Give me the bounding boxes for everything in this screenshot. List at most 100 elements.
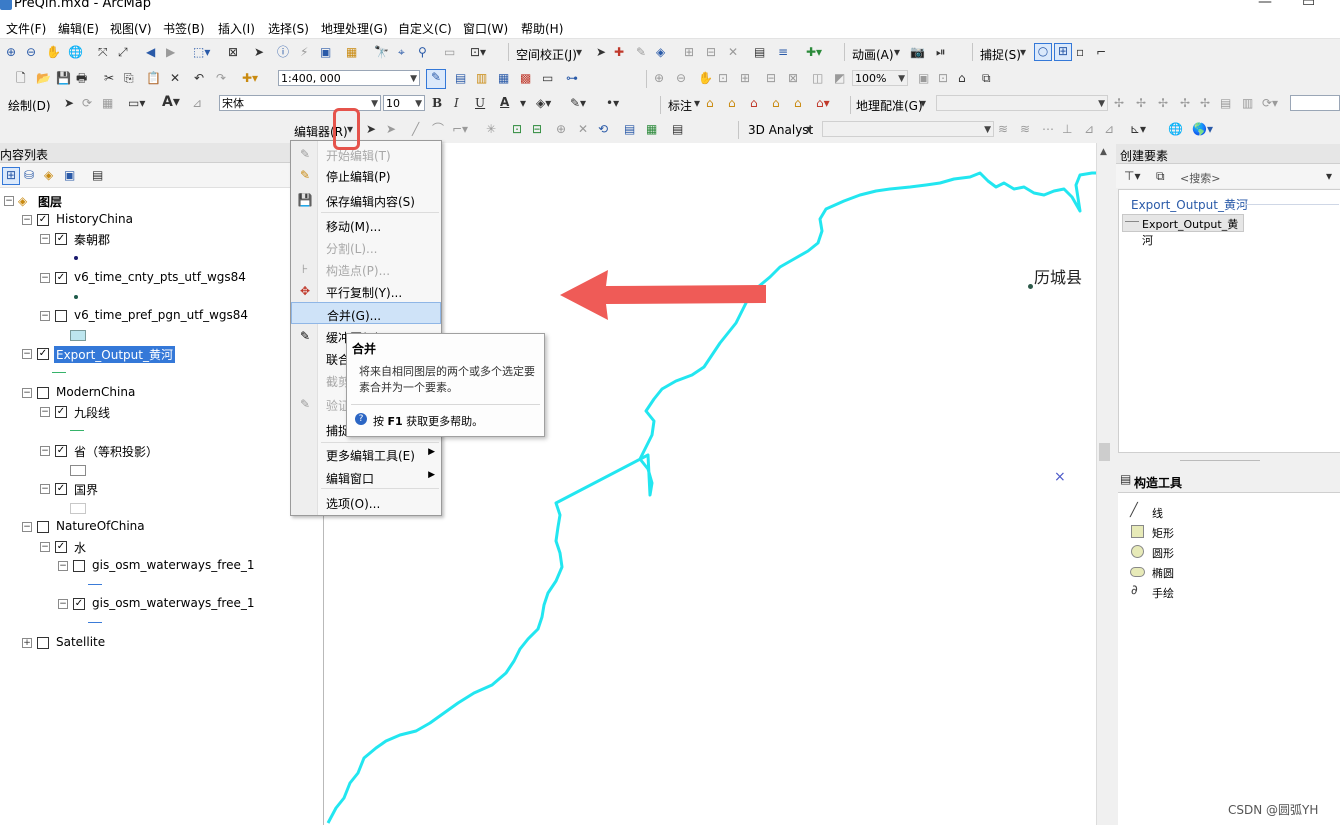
zoom-to-elements-icon[interactable]: ▦: [102, 96, 113, 110]
fill-color-icon[interactable]: ◈▾: [536, 96, 551, 110]
pan-icon[interactable]: ✋: [46, 45, 61, 59]
toc-layer-nine-dash-line[interactable]: − ✓ 九段线: [0, 404, 300, 422]
construct-tool-freehand[interactable]: ∂ 手绘: [1130, 583, 1330, 601]
menu-help[interactable]: 帮助(H): [521, 20, 563, 37]
menu-item-construct-points[interactable]: ⊦ 构造点(P)...: [291, 258, 441, 280]
collapse-icon[interactable]: −: [22, 349, 32, 359]
snapping-menu[interactable]: 捕捉(S): [980, 46, 1021, 63]
capture-view-icon[interactable]: 📷: [910, 45, 925, 59]
time-slider-icon[interactable]: ▭: [444, 45, 455, 59]
focus-data-frame-icon[interactable]: ⊡: [938, 71, 948, 85]
redo-icon[interactable]: ↷: [216, 71, 226, 85]
layer-visibility-checkbox[interactable]: [37, 521, 49, 533]
limited-adjust-icon[interactable]: ✕: [728, 45, 738, 59]
go-to-xy-icon[interactable]: ⌖: [398, 45, 405, 59]
toc-layer-waterways-1[interactable]: − gis_osm_waterways_free_1: [0, 558, 320, 576]
fixed-zoom-in-icon[interactable]: ⤧: [98, 45, 108, 59]
layer-visibility-checkbox[interactable]: ✓: [55, 541, 67, 553]
save-icon[interactable]: 💾: [56, 71, 71, 85]
find-icon[interactable]: 🔭: [374, 45, 389, 59]
full-extent-icon[interactable]: 🌐: [68, 45, 83, 59]
straight-segment-icon[interactable]: ╱: [412, 122, 419, 136]
open-icon[interactable]: 📂: [36, 71, 51, 85]
italic-button[interactable]: I: [454, 96, 459, 110]
menu-item-editing-windows[interactable]: 编辑窗口 ▶: [291, 466, 441, 488]
dropdown-arrow-icon[interactable]: ▾: [1020, 45, 1026, 59]
rectangle-icon[interactable]: ▭▾: [128, 96, 145, 110]
modify-link-icon[interactable]: ✎: [636, 45, 646, 59]
collapse-icon[interactable]: −: [58, 561, 68, 571]
toc-layer-modernchina[interactable]: − ModernChina: [0, 385, 300, 403]
select-adjust-icon[interactable]: ➤: [596, 45, 606, 59]
dropdown-arrow-icon[interactable]: ▾: [694, 96, 700, 110]
menu-insert[interactable]: 插入(I): [218, 20, 255, 37]
data-driven-pages-icon[interactable]: ⧉: [982, 71, 991, 85]
view-link-table-icon[interactable]: ⊞: [684, 45, 694, 59]
layer-visibility-checkbox[interactable]: ✓: [37, 348, 49, 360]
fixed-zoom-out-icon[interactable]: ⤢: [118, 45, 128, 59]
construct-tool-line[interactable]: ╱ 线: [1130, 503, 1330, 521]
dropdown-arrow-icon[interactable]: ▾: [520, 96, 526, 110]
interpolate-point-icon[interactable]: ⊥: [1062, 122, 1072, 136]
interpolate-line-icon[interactable]: ⊿: [1084, 122, 1094, 136]
layout-zoom-in-icon[interactable]: ⊕: [654, 71, 664, 85]
label-manager-icon[interactable]: ⌂: [706, 96, 714, 110]
paste-icon[interactable]: 📋: [146, 71, 161, 85]
point-snapping-icon[interactable]: ○: [1034, 43, 1052, 61]
expand-icon[interactable]: +: [22, 638, 32, 648]
3d-layer-combo[interactable]: ▼: [822, 121, 994, 137]
layer-visibility-checkbox[interactable]: [37, 637, 49, 649]
list-by-selection-icon[interactable]: ▣: [64, 168, 75, 182]
attribute-transfer-icon[interactable]: ▤: [754, 45, 765, 59]
toc-options-icon[interactable]: ▤: [92, 168, 103, 182]
shift-georef-icon[interactable]: ✢: [1136, 96, 1146, 110]
dropdown-arrow-icon[interactable]: ▾: [576, 45, 582, 59]
toggle-draft-icon[interactable]: ▣: [918, 71, 929, 85]
collapse-icon[interactable]: −: [22, 388, 32, 398]
copy-icon[interactable]: ⎘: [124, 71, 134, 85]
collapse-icon[interactable]: −: [40, 407, 50, 417]
arcscene-icon[interactable]: 🌐: [1168, 122, 1183, 136]
layer-visibility-checkbox[interactable]: [37, 387, 49, 399]
layout-back-icon[interactable]: ◫: [812, 71, 823, 85]
organize-templates-icon[interactable]: ⊤▾: [1124, 169, 1140, 183]
toc-layer-borders[interactable]: − ✓ 国界: [0, 481, 300, 499]
county-point-marker[interactable]: [1028, 284, 1033, 289]
delete-icon[interactable]: ✕: [170, 71, 180, 85]
template-item[interactable]: Export_Output_黄河: [1122, 214, 1244, 247]
dropdown-arrow-icon[interactable]: ▾: [806, 122, 812, 136]
list-by-source-icon[interactable]: ⛁: [24, 168, 34, 182]
chevron-down-icon[interactable]: ▼: [371, 96, 378, 110]
animation-controls-icon[interactable]: ⏯: [936, 45, 946, 59]
toc-layer-satellite[interactable]: + Satellite: [0, 635, 300, 653]
table-of-contents-icon[interactable]: ▤: [455, 71, 466, 85]
zoom-whole-page-icon[interactable]: ⊡: [718, 71, 728, 85]
profile-graph-icon[interactable]: ⊾▾: [1130, 122, 1146, 136]
html-popup-icon[interactable]: ▣: [320, 45, 331, 59]
menu-edit[interactable]: 编辑(E): [58, 20, 99, 37]
edge-match-icon[interactable]: ≡: [778, 45, 788, 59]
line-color-icon[interactable]: ✎▾: [570, 96, 586, 110]
list-by-drawing-order-icon[interactable]: ⊞: [2, 167, 20, 185]
create-features-icon[interactable]: ▤: [672, 122, 683, 136]
reshape-feature-icon[interactable]: ⊟: [532, 122, 542, 136]
georef-layer-combo[interactable]: ▼: [936, 95, 1108, 111]
view-unplaced-labels-icon[interactable]: ⌂▾: [816, 96, 830, 110]
collapse-icon[interactable]: −: [22, 215, 32, 225]
layer-visibility-checkbox[interactable]: ✓: [55, 406, 67, 418]
edge-snapping-icon[interactable]: ⌐: [1096, 45, 1106, 59]
clear-selection-icon[interactable]: ⊠: [228, 45, 238, 59]
edit-tool-icon[interactable]: ➤: [366, 122, 376, 136]
underline-button[interactable]: U: [475, 96, 485, 110]
chevron-down-icon[interactable]: ▼: [415, 96, 422, 110]
end-point-arc-icon[interactable]: ⌒: [432, 122, 444, 136]
spatial-adjustment-menu[interactable]: 空间校正(J): [516, 46, 577, 63]
point-tool-icon[interactable]: ✳: [486, 122, 496, 136]
dropdown-arrow-icon[interactable]: ▾: [920, 96, 926, 110]
toc-layer-qin-commandery[interactable]: − ✓ 秦朝郡: [0, 231, 300, 249]
collapse-icon[interactable]: −: [40, 542, 50, 552]
select-elements-icon[interactable]: ➤: [254, 45, 264, 59]
toc-layer-export-output[interactable]: − ✓ Export_Output_黄河: [0, 346, 300, 364]
layer-visibility-checkbox[interactable]: ✓: [55, 233, 67, 245]
scroll-up-icon[interactable]: ▲: [1100, 147, 1107, 157]
